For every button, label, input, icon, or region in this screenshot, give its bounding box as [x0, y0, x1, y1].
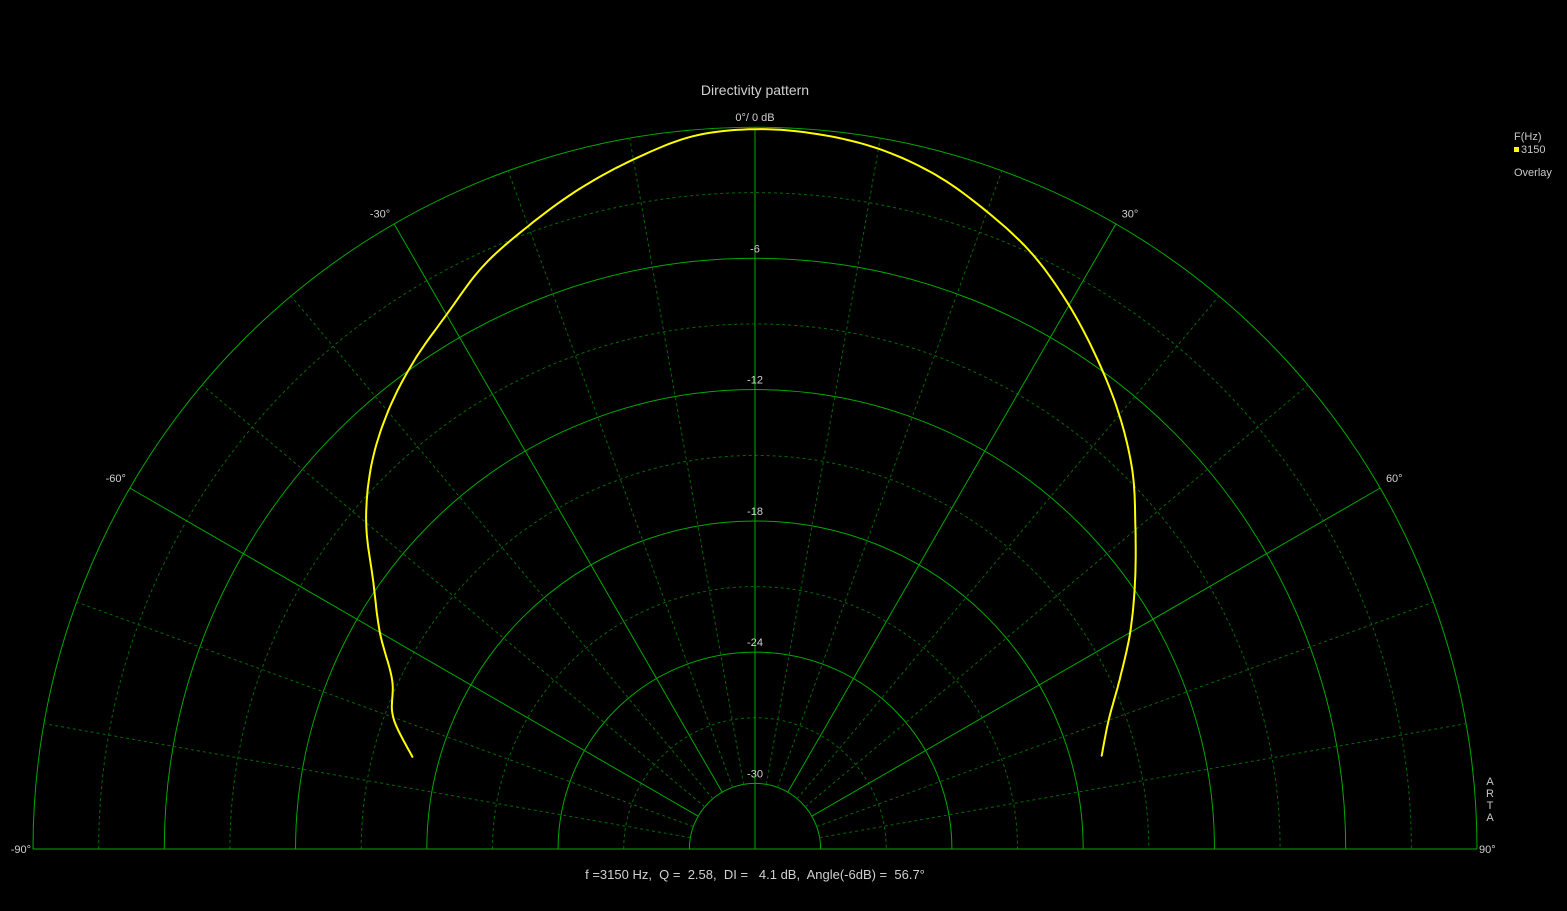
legend-entry[interactable]: 3150 — [1514, 143, 1552, 157]
radial-tick-label: -18 — [747, 506, 763, 518]
data-point — [391, 679, 393, 681]
data-point — [1068, 304, 1070, 306]
legend: F(Hz) 3150 Overlay — [1514, 127, 1552, 183]
data-point — [1129, 631, 1131, 634]
data-point — [1119, 678, 1121, 680]
data-point — [387, 410, 389, 413]
data-point — [754, 128, 756, 130]
legend-swatch-icon — [1514, 146, 1519, 152]
brand-label: ARTA — [1486, 776, 1494, 824]
data-point — [1031, 253, 1033, 255]
data-point — [379, 631, 381, 634]
info-readout: f =3150 Hz, Q = 2.58, DI = 4.1 dB, Angle… — [585, 867, 925, 882]
data-point — [1100, 755, 1103, 757]
angular-tick-label: 30° — [1122, 209, 1139, 221]
data-point — [986, 211, 988, 213]
radial-tick-label: -24 — [747, 637, 763, 649]
data-point — [1096, 359, 1099, 361]
polar-chart: 0°/ 0 dB -6 -12 -18 -24 -30 -90° -60° -30° 30° 60°… — [11, 82, 1496, 856]
data-point — [392, 716, 394, 718]
spoke-40deg — [796, 295, 1220, 800]
spoke-60deg — [811, 487, 1381, 817]
series-line-3150 — [365, 128, 1137, 758]
spoke-30deg — [787, 223, 1117, 793]
series-layer — [365, 128, 1137, 758]
radial-tick-label: -12 — [747, 375, 763, 387]
data-point — [935, 174, 937, 176]
data-point — [372, 581, 374, 583]
data-point — [632, 158, 635, 161]
angular-tick-label: -60° — [106, 473, 126, 485]
data-point — [370, 464, 372, 466]
angular-tick-label: -90° — [11, 844, 31, 856]
angular-tick-label: 90° — [1479, 844, 1496, 856]
angular-tick-label: -30° — [370, 209, 390, 221]
data-point — [527, 225, 529, 227]
data-point — [1108, 719, 1110, 721]
angular-tick-label: 60° — [1386, 473, 1403, 485]
polar-grid — [32, 126, 1478, 849]
data-point — [816, 133, 819, 135]
data-point — [1134, 529, 1137, 531]
data-point — [412, 756, 414, 758]
data-point — [692, 135, 694, 137]
data-point — [877, 148, 880, 150]
data-point — [1131, 470, 1134, 473]
spoke--50deg — [201, 384, 706, 808]
data-point — [365, 522, 367, 524]
spoke--60deg — [129, 487, 699, 817]
radial-tick-label: 0°/ 0 dB — [735, 112, 774, 124]
data-point — [1134, 582, 1136, 584]
data-point — [413, 360, 415, 363]
chart-title: Directivity pattern — [701, 82, 809, 98]
data-point — [577, 189, 579, 191]
spoke-80deg — [819, 723, 1467, 839]
spoke--10deg — [629, 137, 745, 785]
spoke--30deg — [393, 223, 723, 793]
legend-footer[interactable]: Overlay — [1514, 163, 1552, 183]
data-point — [482, 265, 484, 267]
data-point — [1118, 414, 1120, 416]
radial-tick-label: -30 — [747, 768, 763, 780]
legend-series-name: 3150 — [1521, 144, 1546, 156]
data-point — [445, 314, 448, 316]
axis-labels: 0°/ 0 dB -6 -12 -18 -24 -30 -90° -60° -30° 30° 60°… — [11, 112, 1496, 856]
radial-tick-label: -6 — [750, 243, 760, 255]
